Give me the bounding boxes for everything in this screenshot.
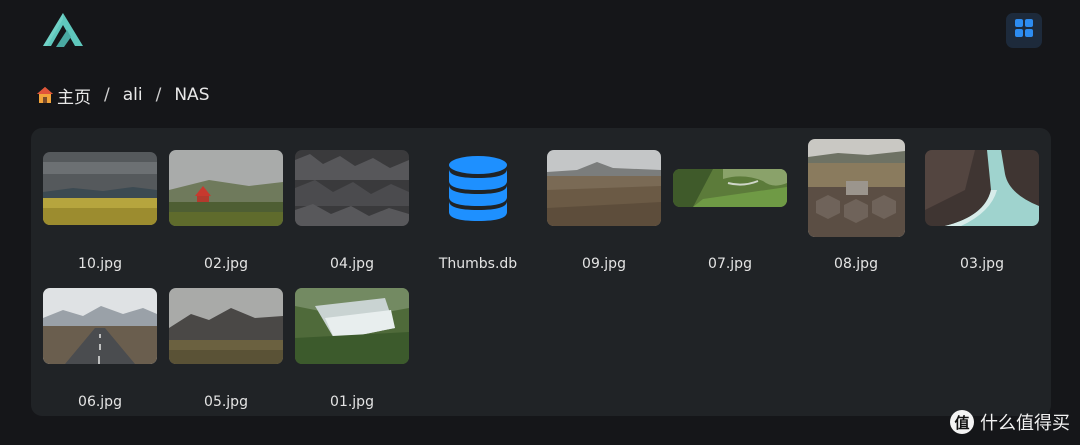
file-item[interactable]: 02.jpg	[163, 138, 289, 272]
file-name: 03.jpg	[960, 256, 1004, 272]
image-thumbnail	[169, 150, 283, 226]
file-item[interactable]: 09.jpg	[541, 138, 667, 272]
breadcrumb-separator: /	[155, 85, 162, 105]
breadcrumb-ali[interactable]: ali	[123, 85, 143, 105]
image-thumbnail	[43, 151, 157, 225]
image-thumbnail	[295, 150, 409, 226]
image-thumbnail	[43, 288, 157, 364]
file-name: 09.jpg	[582, 256, 626, 272]
file-name: 06.jpg	[78, 394, 122, 410]
file-name: 04.jpg	[330, 256, 374, 272]
file-item[interactable]: 01.jpg	[289, 276, 415, 410]
home-icon	[36, 86, 54, 104]
file-name: 07.jpg	[708, 256, 752, 272]
file-item[interactable]: 03.jpg	[919, 138, 1045, 272]
image-thumbnail	[925, 150, 1039, 226]
image-thumbnail	[295, 288, 409, 364]
image-thumbnail	[169, 288, 283, 364]
breadcrumb: 主页 / ali / NAS	[36, 83, 209, 108]
file-item[interactable]: 08.jpg	[793, 138, 919, 272]
file-name: 08.jpg	[834, 256, 878, 272]
view-toggle-button[interactable]	[1006, 13, 1042, 48]
watermark-text: 什么值得买	[980, 413, 1070, 434]
database-icon	[448, 155, 508, 221]
file-item[interactable]: 05.jpg	[163, 276, 289, 410]
watermark-badge: 值	[950, 410, 974, 434]
file-item[interactable]: 04.jpg	[289, 138, 415, 272]
file-name: 01.jpg	[330, 394, 374, 410]
image-thumbnail	[807, 139, 905, 237]
image-thumbnail	[547, 150, 661, 226]
grid-icon	[1015, 19, 1033, 42]
image-thumbnail	[673, 169, 787, 207]
file-name: Thumbs.db	[438, 256, 518, 272]
file-grid-panel: 10.jpg 02.jpg 04.jpg Thumbs.db 09.jpg 07…	[31, 128, 1051, 416]
file-name: 02.jpg	[204, 256, 248, 272]
watermark: 值 什么值得买	[950, 408, 1070, 436]
file-name: 05.jpg	[204, 394, 248, 410]
file-item[interactable]: 07.jpg	[667, 138, 793, 272]
file-item[interactable]: Thumbs.db	[415, 138, 541, 272]
app-logo[interactable]	[40, 10, 86, 52]
file-item[interactable]: 10.jpg	[37, 138, 163, 272]
breadcrumb-nas[interactable]: NAS	[174, 85, 209, 105]
breadcrumb-home[interactable]: 主页	[57, 83, 91, 108]
file-item[interactable]: 06.jpg	[37, 276, 163, 410]
breadcrumb-separator: /	[104, 85, 110, 105]
file-name: 10.jpg	[78, 256, 122, 272]
